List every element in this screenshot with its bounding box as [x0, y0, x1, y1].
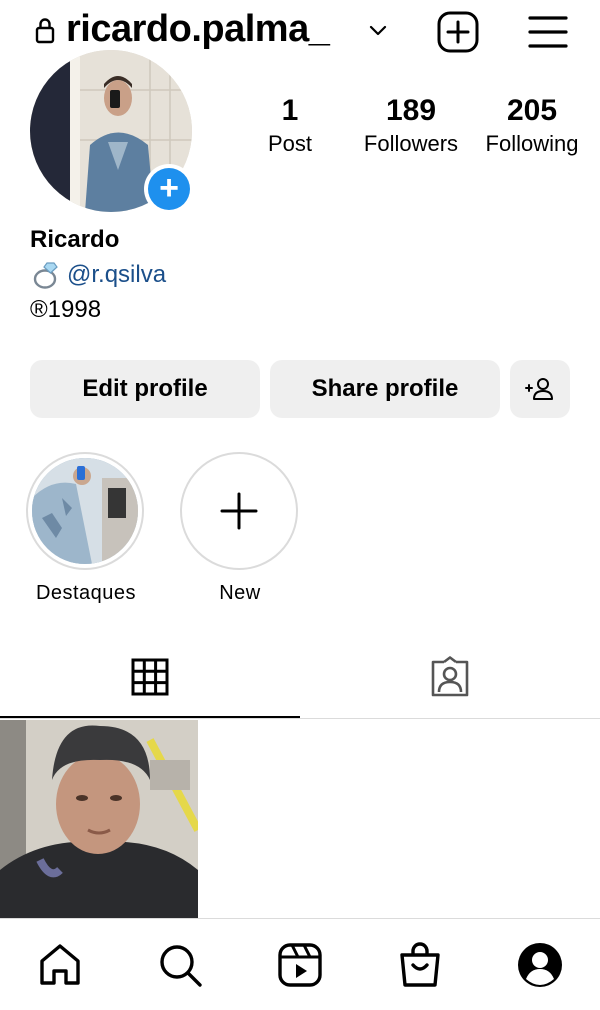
- plus-icon: [220, 492, 258, 530]
- person-plus-icon: [525, 378, 553, 400]
- ring-icon: [33, 262, 58, 289]
- home-icon[interactable]: [36, 941, 84, 989]
- add-story-button[interactable]: +: [144, 164, 194, 214]
- search-icon[interactable]: [156, 941, 204, 989]
- posts-count-value: 1: [281, 94, 299, 127]
- highlight-destaques[interactable]: Destaques: [26, 452, 146, 605]
- new-highlight-button[interactable]: [180, 452, 298, 570]
- lock-icon: [35, 18, 55, 44]
- edit-profile-button[interactable]: Edit profile: [30, 360, 260, 418]
- profile-username[interactable]: ricardo.palma_: [66, 8, 330, 51]
- menu-icon[interactable]: [526, 12, 570, 52]
- posts-count[interactable]: 1 Post: [245, 92, 335, 158]
- discover-people-button[interactable]: [510, 360, 570, 418]
- post-thumbnail[interactable]: [0, 720, 198, 918]
- plus-icon: +: [148, 168, 190, 210]
- following-count-value: 205: [506, 94, 558, 127]
- reels-icon[interactable]: [276, 941, 324, 989]
- bio-text: ®1998: [30, 296, 102, 323]
- share-profile-button[interactable]: Share profile: [270, 360, 500, 418]
- following-count[interactable]: 205 Following: [474, 92, 590, 158]
- followers-count-label: Followers: [363, 131, 459, 156]
- posts-count-label: Post: [267, 131, 313, 156]
- tab-divider: [0, 718, 600, 719]
- following-count-label: Following: [485, 131, 579, 156]
- followers-count-value: 189: [385, 94, 437, 127]
- highlight-new[interactable]: New: [180, 452, 300, 605]
- tagged-icon: [431, 656, 469, 697]
- bio-mention: @r.qsilva: [32, 260, 166, 290]
- new-post-icon[interactable]: [436, 10, 480, 54]
- grid-icon: [131, 658, 169, 696]
- bio-handle-link[interactable]: @r.qsilva: [67, 261, 166, 289]
- highlight-cover[interactable]: [26, 452, 144, 570]
- shop-icon[interactable]: [396, 941, 444, 989]
- bottom-navigation: [0, 918, 600, 1010]
- chevron-down-icon[interactable]: [367, 20, 389, 40]
- followers-count[interactable]: 189 Followers: [352, 92, 470, 158]
- tab-tagged[interactable]: [300, 646, 600, 718]
- profile-icon[interactable]: [516, 941, 564, 989]
- profile-name: Ricardo: [30, 226, 120, 253]
- highlight-label: Destaques: [35, 582, 137, 604]
- highlight-label: New: [219, 582, 261, 604]
- tab-posts-grid[interactable]: [0, 646, 300, 718]
